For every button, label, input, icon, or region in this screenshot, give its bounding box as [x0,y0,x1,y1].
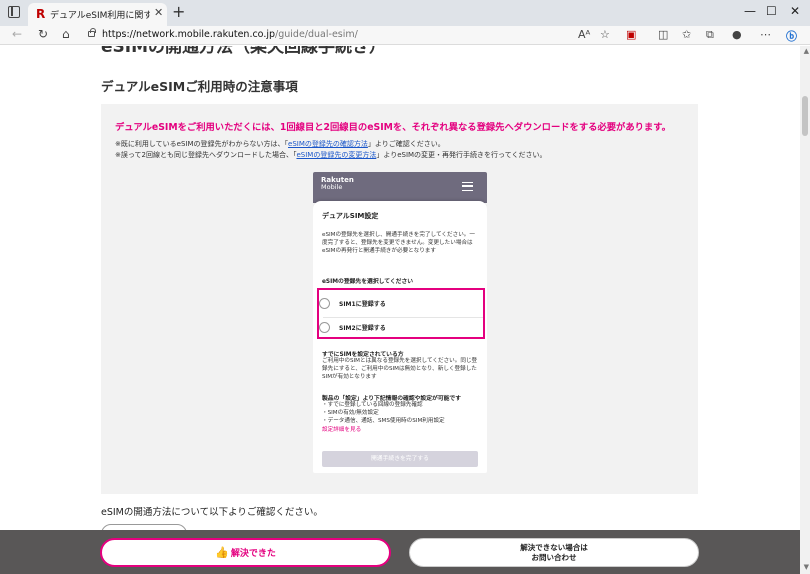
profile-icon[interactable]: ● [732,28,742,41]
favorite-add-icon[interactable]: ☆ [600,28,610,41]
notice-line-2-suffix: 」よりeSIMの変更・再発行手続きを行ってください。 [376,151,547,159]
read-aloud-icon[interactable]: Aᴬ [578,28,590,41]
tab-close-icon[interactable]: ✕ [154,6,163,19]
url-host: https://network.mobile.rakuten.co.jp [102,29,276,40]
notice-line-2-prefix: ※誤って2回線とも同じ登録先へダウンロードした場合、「 [115,151,297,159]
favorites-icon[interactable]: ✩ [682,28,691,41]
new-tab-icon[interactable]: + [172,2,185,21]
url-path: /guide/dual-esim/ [275,29,358,40]
home-icon[interactable]: ⌂ [62,27,70,41]
logo-bottom: Mobile [321,183,343,192]
browser-tab-bar: R デュアルeSIM利用に関する設定方法 ✕ + — ☐ ✕ [0,0,810,26]
activation-guide-text: eSIMの開通方法について以下よりご確認ください。 [101,507,323,518]
settings-item-2: ・SIMの有効/無効設定 [322,410,379,416]
phone-description: eSIMの登録先を選択し、開通手続きを完了してください。一度完了すると、登録先を… [322,232,475,255]
notice-line-1: ※既に利用しているeSIMの登録先がわからない方は、「eSIMの登録先の確認方法… [115,139,445,149]
lock-icon [88,28,96,37]
phone-header: Rakuten Mobile [313,172,487,203]
notice-lead: デュアルeSIMをご利用いただくには、1回線目と2回線目のeSIMを、それぞれ異… [115,122,671,133]
already-set-desc: ご利用中のSIMとは異なる登録先を選択してください。同じ登録先にすると、ご利用中… [322,358,478,381]
settings-item-3: ・データ通信、通話、SMS使用時のSIM利用設定 [322,418,445,424]
url-field[interactable]: https://network.mobile.rakuten.co.jp/gui… [88,27,560,44]
url-text: https://network.mobile.rakuten.co.jp/gui… [102,29,358,40]
scroll-up-icon[interactable]: ▲ [804,47,809,55]
scroll-thumb[interactable] [802,96,808,136]
page-scrollbar[interactable]: ▲ ▼ [800,46,810,574]
tab-actions-icon[interactable] [8,6,20,18]
more-menu-icon[interactable]: ⋯ [760,28,771,41]
complete-activation-button: 開通手続きを完了する [322,451,478,467]
extension-icon[interactable]: ▣ [626,28,636,41]
page-heading: eSIMの開通方法（楽天回線手続き） [101,46,387,57]
contact-line-2: お問い合わせ [531,552,577,562]
change-esim-destination-link[interactable]: eSIMの登録先の変更方法 [296,151,376,159]
feedback-bar: 👍 解決できた 解決できない場合は お問い合わせ [0,530,800,574]
phone-select-label: eSIMの登録先を選択してください [322,279,414,285]
copilot-icon[interactable]: ⓑ [786,28,797,44]
collections-icon[interactable]: ⧉ [706,28,714,42]
solved-button[interactable]: 👍 解決できた [100,538,391,567]
settings-item-1: ・すでに登録している回線の登録先確認 [322,402,423,408]
notice-line-1-suffix: 」よりご確認ください。 [367,140,445,148]
split-screen-icon[interactable]: ◫ [658,28,668,41]
notice-line-1-prefix: ※既に利用しているeSIMの登録先がわからない方は、「 [115,140,289,148]
rakuten-mobile-logo: Rakuten Mobile [321,176,354,192]
thumbs-up-icon: 👍 [215,546,229,559]
settings-detail-link: 設定詳細を見る [322,427,362,433]
refresh-icon[interactable]: ↻ [38,27,48,41]
phone-title: デュアルSIM設定 [322,212,379,220]
section-heading: デュアルeSIMご利用時の注意事項 [101,79,298,94]
sim-options-highlight [317,288,485,339]
solved-label: 解決できた [230,549,276,559]
tab-title: デュアルeSIM利用に関する設定方法 [50,11,150,21]
contact-button[interactable]: 解決できない場合は お問い合わせ [409,538,699,567]
check-esim-destination-link[interactable]: eSIMの登録先の確認方法 [288,140,368,148]
scroll-down-icon[interactable]: ▼ [804,563,809,571]
hamburger-menu-icon [462,182,473,191]
page-content: eSIMの開通方法（楽天回線手続き） デュアルeSIMご利用時の注意事項 デュア… [0,46,810,574]
back-icon[interactable]: ← [12,27,22,41]
maximize-icon[interactable]: ☐ [766,4,777,18]
minimize-icon[interactable]: — [744,4,756,18]
browser-tab[interactable]: R デュアルeSIM利用に関する設定方法 ✕ [28,3,167,26]
contact-line-1: 解決できない場合は [520,543,588,552]
notice-line-2: ※誤って2回線とも同じ登録先へダウンロードした場合、「eSIMの登録先の変更方法… [115,150,546,160]
close-window-icon[interactable]: ✕ [790,4,800,18]
rakuten-favicon-icon: R [36,7,46,21]
address-bar: ← ↻ ⌂ https://network.mobile.rakuten.co.… [0,26,810,45]
